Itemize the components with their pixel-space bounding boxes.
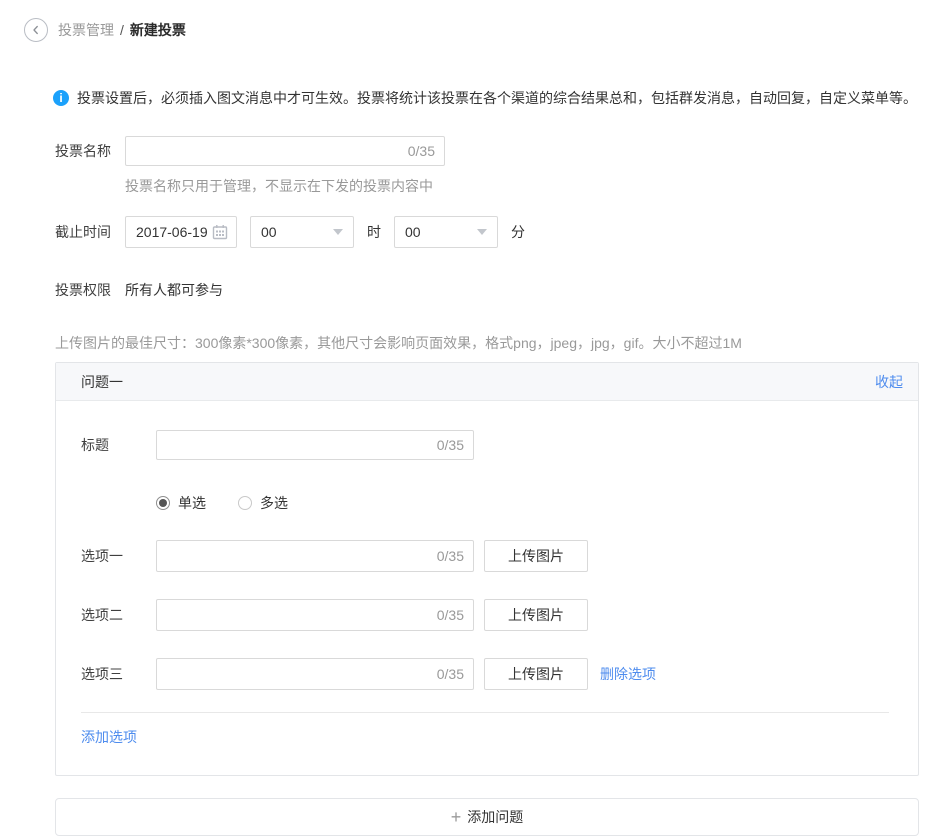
- option-2-label: 选项二: [81, 605, 156, 625]
- divider: [81, 712, 889, 713]
- add-question-button[interactable]: + 添加问题: [55, 798, 919, 836]
- option-3-upload-button[interactable]: 上传图片: [484, 658, 588, 690]
- permission-row: 投票权限 所有人都可参与: [55, 280, 933, 300]
- delete-option-link[interactable]: 删除选项: [600, 664, 656, 684]
- option-2-upload-button[interactable]: 上传图片: [484, 599, 588, 631]
- upload-size-tip: 上传图片的最佳尺寸：300像素*300像素，其他尺寸会影响页面效果，格式png，…: [55, 333, 933, 353]
- question-panel-header: 问题一 收起: [56, 363, 918, 401]
- question-title-row: 标题 0/35: [81, 430, 893, 460]
- question-panel: 问题一 收起 标题 0/35 单选 多选 选项一 0/35: [55, 362, 919, 776]
- option-row-1: 选项一 0/35 上传图片: [81, 540, 893, 572]
- breadcrumb: 投票管理 / 新建投票: [0, 0, 933, 42]
- option-1-input[interactable]: [156, 540, 474, 572]
- option-3-input[interactable]: [156, 658, 474, 690]
- vote-name-row: 投票名称 0/35: [55, 136, 933, 166]
- plus-icon: +: [451, 808, 462, 826]
- back-button[interactable]: [24, 18, 48, 42]
- radio-single-label: 单选: [178, 493, 206, 513]
- date-value: 2017-06-19: [136, 224, 208, 240]
- permission-value: 所有人都可参与: [125, 280, 223, 300]
- chevron-down-icon: [477, 229, 487, 235]
- breadcrumb-separator: /: [120, 22, 124, 38]
- collapse-link[interactable]: 收起: [875, 372, 903, 392]
- add-option-link[interactable]: 添加选项: [81, 727, 137, 747]
- radio-multi-label: 多选: [260, 493, 288, 513]
- hour-unit-label: 时: [367, 222, 381, 242]
- radio-single-choice[interactable]: 单选: [156, 493, 206, 513]
- deadline-label: 截止时间: [55, 222, 125, 242]
- option-1-upload-button[interactable]: 上传图片: [484, 540, 588, 572]
- vote-name-label: 投票名称: [55, 141, 125, 161]
- add-question-label: 添加问题: [467, 807, 523, 827]
- minute-select[interactable]: 00: [394, 216, 498, 248]
- chevron-left-icon: [30, 24, 42, 36]
- radio-multi-choice[interactable]: 多选: [238, 493, 288, 513]
- radio-selected-icon: [156, 496, 170, 510]
- hour-value: 00: [261, 224, 277, 240]
- vote-name-input[interactable]: [125, 136, 445, 166]
- option-1-label: 选项一: [81, 546, 156, 566]
- option-row-3: 选项三 0/35 上传图片 删除选项: [81, 658, 893, 690]
- breadcrumb-current: 新建投票: [130, 20, 186, 40]
- option-row-2: 选项二 0/35 上传图片: [81, 599, 893, 631]
- notice-text: 投票设置后，必须插入图文消息中才可生效。投票将统计该投票在各个渠道的综合结果总和…: [77, 88, 917, 108]
- minute-value: 00: [405, 224, 421, 240]
- permission-label: 投票权限: [55, 280, 125, 300]
- hour-select[interactable]: 00: [250, 216, 354, 248]
- question-title-input[interactable]: [156, 430, 474, 460]
- vote-name-hint: 投票名称只用于管理，不显示在下发的投票内容中: [125, 176, 933, 196]
- question-title-label: 标题: [81, 435, 156, 455]
- chevron-down-icon: [333, 229, 343, 235]
- notice-bar: i 投票设置后，必须插入图文消息中才可生效。投票将统计该投票在各个渠道的综合结果…: [53, 88, 933, 108]
- minute-unit-label: 分: [511, 222, 525, 242]
- info-icon: i: [53, 90, 69, 106]
- date-picker[interactable]: 2017-06-19: [125, 216, 237, 248]
- radio-unselected-icon: [238, 496, 252, 510]
- question-title: 问题一: [81, 372, 123, 392]
- deadline-row: 截止时间 2017-06-19 00 时 00 分: [55, 216, 933, 248]
- option-2-input[interactable]: [156, 599, 474, 631]
- question-panel-body: 标题 0/35 单选 多选 选项一 0/35 上传图片: [56, 430, 918, 775]
- option-3-label: 选项三: [81, 664, 156, 684]
- breadcrumb-parent[interactable]: 投票管理: [58, 20, 114, 40]
- choice-type-row: 单选 多选: [81, 493, 893, 513]
- calendar-icon: [212, 224, 228, 240]
